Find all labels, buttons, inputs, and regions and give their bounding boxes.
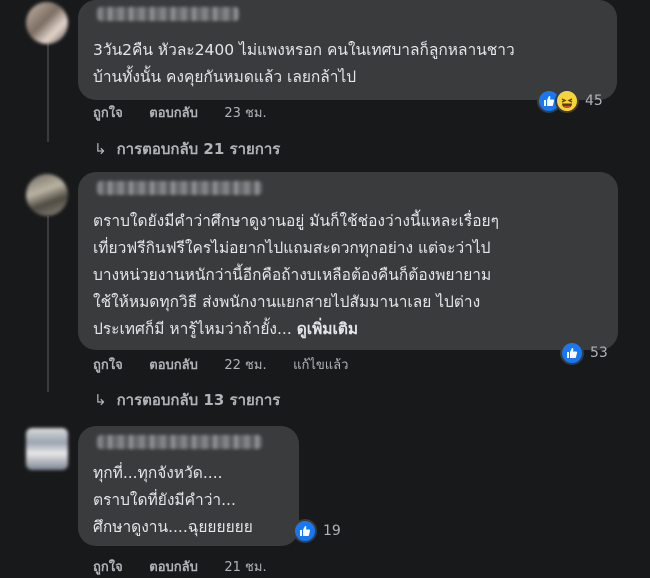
author-name[interactable] — [97, 181, 262, 195]
comment-line: ใช้ให้หมดทุกวิธี ส่งพนักงานแยกสายไปสัมมา… — [93, 293, 481, 311]
author-name[interactable] — [97, 7, 239, 21]
edited-label[interactable]: แก้ไขแล้ว — [293, 358, 348, 373]
like-reaction-icon — [560, 341, 584, 365]
reply-button[interactable]: ตอบกลับ — [149, 358, 198, 373]
reaction-count: 19 — [323, 523, 341, 539]
comment-line: ตราบใดยังมีคำว่าศึกษาดูงานอยู่ มันก็ใช้ช… — [93, 212, 499, 230]
like-button[interactable]: ถูกใจ — [93, 560, 123, 575]
like-reaction-icon — [293, 519, 317, 543]
avatar[interactable] — [26, 174, 68, 216]
reply-arrow-icon: ↳ — [94, 140, 107, 158]
reaction-count: 45 — [585, 93, 603, 109]
comment-actions: ถูกใจ ตอบกลับ 23 ชม. — [93, 102, 289, 123]
comment-line: 3วัน2คืน หัวละ2400 ไม่แพงหรอก คนในเทศบาล… — [93, 41, 515, 59]
thread-line — [47, 216, 49, 392]
reply-button[interactable]: ตอบกลับ — [149, 106, 198, 121]
avatar[interactable] — [26, 2, 68, 44]
reaction-summary[interactable]: 19 — [293, 519, 341, 543]
comment-actions: ถูกใจ ตอบกลับ 21 ชม. — [93, 556, 289, 577]
comment-line: ศึกษาดูงาน....ฉุยยยยยย — [93, 518, 253, 536]
reply-arrow-icon: ↳ — [94, 391, 107, 409]
comment-actions: ถูกใจ ตอบกลับ 22 ชม. แก้ไขแล้ว — [93, 354, 370, 375]
comment-line: บางหน่วยงานหนักว่านี้อีกคือถ้างบเหลือต้อ… — [93, 266, 492, 284]
comment-line: ทุกที่...ทุกจังหวัด.... — [93, 464, 223, 482]
reaction-summary[interactable]: 45 — [537, 89, 603, 113]
comment-line: ตราบใดที่ยังมีคำว่า... — [93, 491, 236, 509]
comment-line: บ้านทั้งนั้น คงคุยกันหมดแล้ว เลยกล้าไป — [93, 68, 357, 86]
timestamp[interactable]: 22 ชม. — [224, 358, 266, 373]
like-button[interactable]: ถูกใจ — [93, 106, 123, 121]
comment-line-text: ประเทศก็มี หารู้ไหมว่าถ้ายั้ง... — [93, 320, 292, 338]
reaction-summary[interactable]: 53 — [560, 341, 608, 365]
see-more-link[interactable]: ดูเพิ่มเติม — [297, 320, 358, 338]
avatar[interactable] — [26, 428, 68, 470]
timestamp[interactable]: 21 ชม. — [224, 560, 266, 575]
view-replies-link[interactable]: ↳ การตอบกลับ 13 รายการ — [94, 388, 280, 412]
reply-button[interactable]: ตอบกลับ — [149, 560, 198, 575]
replies-count-label: การตอบกลับ 13 รายการ — [116, 391, 281, 409]
like-button[interactable]: ถูกใจ — [93, 358, 123, 373]
reaction-count: 53 — [590, 345, 608, 361]
author-name[interactable] — [97, 435, 262, 449]
replies-count-label: การตอบกลับ 21 รายการ — [116, 140, 281, 158]
timestamp[interactable]: 23 ชม. — [224, 106, 266, 121]
thread-line — [47, 42, 49, 142]
comment-line: เที่ยวฟรีกินฟรีใครไม่อยากไปแถมสะดวกทุกอย… — [93, 239, 491, 257]
haha-reaction-icon — [555, 89, 579, 113]
comment-line: ประเทศก็มี หารู้ไหมว่าถ้ายั้ง... ดูเพิ่ม… — [93, 316, 358, 343]
view-replies-link[interactable]: ↳ การตอบกลับ 21 รายการ — [94, 137, 280, 161]
